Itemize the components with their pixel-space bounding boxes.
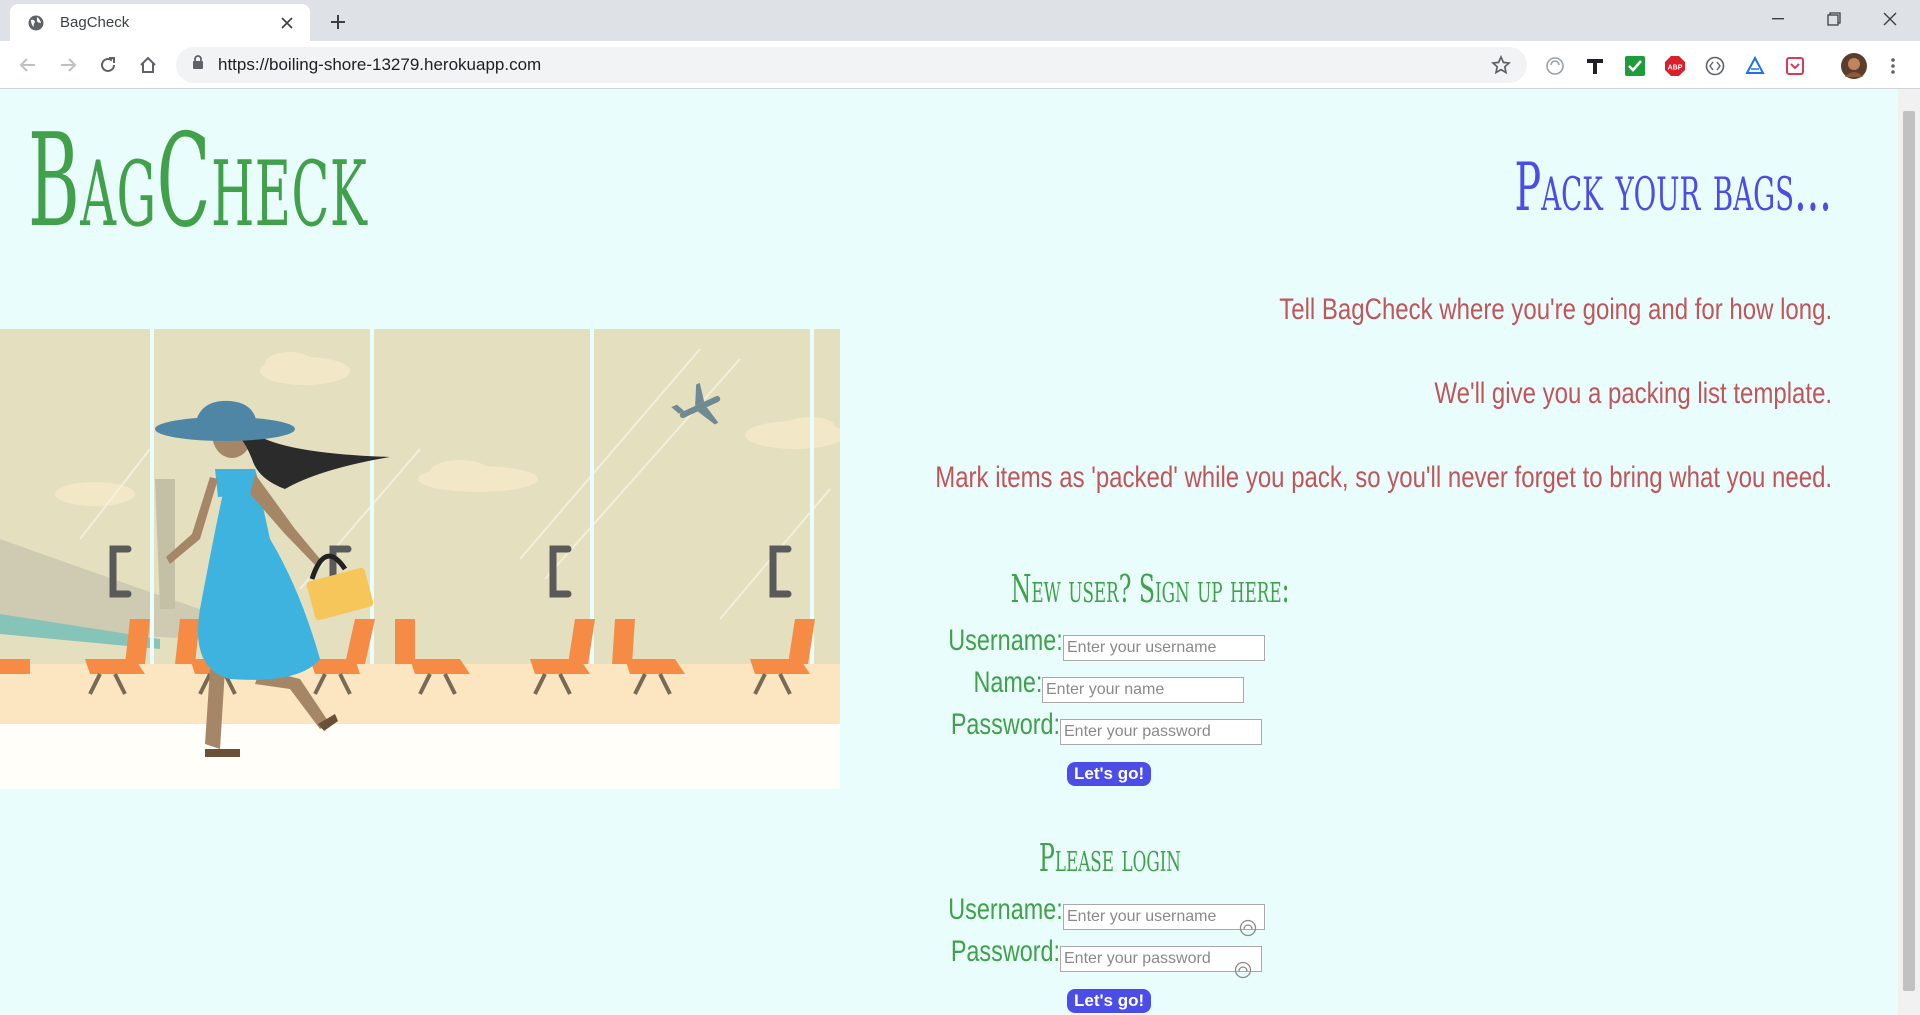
forward-icon[interactable]	[54, 51, 82, 79]
signup-password-label: Password:	[950, 708, 1060, 741]
tab-title: BagCheck	[60, 14, 130, 31]
login-title: Please login	[1039, 836, 1181, 880]
login-password-label: Password:	[950, 935, 1060, 968]
lock-icon[interactable]	[192, 55, 204, 75]
login-username-input[interactable]	[1063, 904, 1265, 930]
code-icon[interactable]	[1704, 55, 1726, 77]
save-icon[interactable]	[1784, 55, 1806, 77]
globe-icon	[26, 13, 46, 33]
brand-logo: BagCheck	[28, 107, 368, 256]
svg-text:ABP: ABP	[1668, 65, 1683, 72]
home-icon[interactable]	[134, 51, 162, 79]
menu-dots-icon[interactable]	[1882, 55, 1904, 77]
intro-line: Mark items as 'packed' while you pack, s…	[935, 461, 1832, 494]
login-username-label: Username:	[948, 893, 1063, 926]
url-text: https://boiling-shore-13279.herokuapp.co…	[218, 55, 542, 74]
t-icon[interactable]	[1584, 55, 1606, 77]
adblock-icon[interactable]: ABP	[1664, 55, 1686, 77]
signup-name-input[interactable]	[1042, 677, 1244, 703]
bookmark-star-icon[interactable]	[1491, 54, 1511, 75]
profile-avatar[interactable]	[1840, 52, 1868, 80]
signup-password-input[interactable]	[1060, 719, 1262, 745]
restore-icon[interactable]	[1806, 0, 1862, 38]
page-scrollbar[interactable]	[1898, 89, 1920, 1015]
address-bar[interactable]: https://boiling-shore-13279.herokuapp.co…	[176, 47, 1527, 83]
scrollbar-thumb[interactable]	[1903, 111, 1915, 991]
checkmark-icon[interactable]	[1624, 55, 1646, 77]
page-tagline: Pack your bags...	[1514, 149, 1832, 226]
intro-line: We'll give you a packing list template.	[1434, 377, 1832, 410]
close-tab-icon[interactable]	[276, 12, 298, 34]
drive-icon[interactable]	[1744, 55, 1766, 77]
password-manager-icon[interactable]	[1239, 919, 1257, 937]
login-password-input[interactable]	[1060, 946, 1262, 972]
signup-title: New user? Sign up here:	[1010, 567, 1290, 611]
airport-illustration	[0, 329, 845, 789]
password-manager-icon[interactable]	[1234, 961, 1252, 979]
login-submit-button[interactable]: Let's go!	[1067, 989, 1152, 1013]
reload-icon[interactable]	[94, 51, 122, 79]
signup-name-label: Name:	[973, 666, 1042, 699]
back-icon[interactable]	[14, 51, 42, 79]
browser-toolbar: https://boiling-shore-13279.herokuapp.co…	[0, 41, 1920, 89]
minimize-icon[interactable]	[1750, 0, 1806, 38]
signup-username-input[interactable]	[1063, 635, 1265, 661]
close-window-icon[interactable]	[1862, 0, 1918, 38]
pocket-icon[interactable]	[1544, 55, 1566, 77]
page-content: BagCheck Pack your bags... Tell BagCheck…	[0, 89, 1898, 1015]
tab-strip: BagCheck	[0, 0, 1920, 41]
intro-line: Tell BagCheck where you're going and for…	[1279, 293, 1832, 326]
signup-username-label: Username:	[948, 624, 1063, 657]
browser-tab[interactable]: BagCheck	[10, 4, 310, 41]
new-tab-button[interactable]	[324, 8, 352, 36]
signup-submit-button[interactable]: Let's go!	[1067, 762, 1152, 786]
